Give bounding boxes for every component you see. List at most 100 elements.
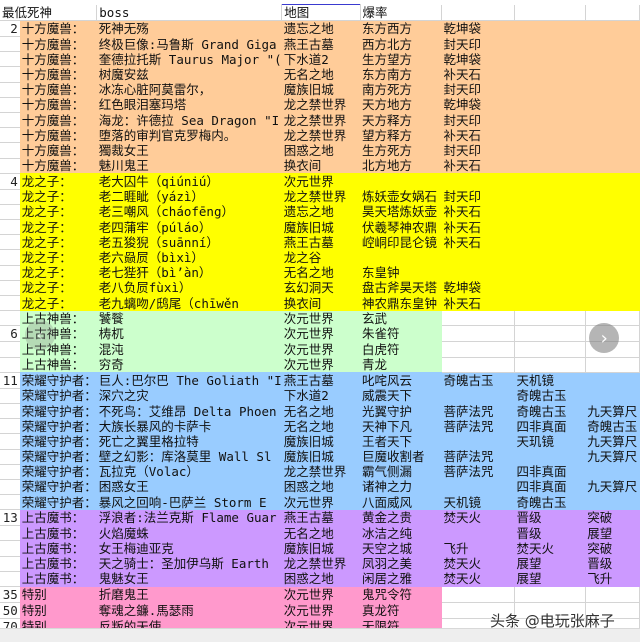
- cell-category[interactable]: 龙之子：: [19, 173, 97, 190]
- cell-drop4[interactable]: [585, 464, 640, 480]
- cell-drop1[interactable]: 威震天下: [360, 388, 442, 404]
- cell-drop4[interactable]: [585, 357, 640, 373]
- cell-drop4[interactable]: [585, 295, 640, 311]
- cell-level[interactable]: [0, 357, 20, 373]
- cell-drop2[interactable]: 乾坤袋: [441, 280, 515, 296]
- cell-boss[interactable]: 梼杌: [96, 325, 282, 342]
- cell-drop1[interactable]: 叱咤风云: [360, 372, 442, 389]
- cell-drop2[interactable]: 乾坤袋: [441, 97, 515, 113]
- cell-category[interactable]: 十方魔兽：: [19, 112, 97, 128]
- cell-category[interactable]: 龙之子：: [19, 249, 97, 266]
- cell-category[interactable]: 十方魔兽：: [19, 158, 97, 174]
- scroll-left-button[interactable]: ‹: [25, 320, 55, 350]
- cell-drop2[interactable]: [441, 265, 515, 281]
- cell-drop4[interactable]: [585, 234, 640, 250]
- cell-level[interactable]: [0, 556, 20, 572]
- cell-boss[interactable]: 鬼魅女王: [96, 571, 282, 587]
- cell-drop4[interactable]: [585, 310, 640, 327]
- cell-drop3[interactable]: [514, 310, 586, 327]
- cell-drop1[interactable]: 南方死方: [360, 82, 442, 98]
- cell-drop1[interactable]: 北方地方: [360, 158, 442, 174]
- cell-drop2[interactable]: [441, 479, 515, 495]
- cell-drop3[interactable]: 奇魄古玉: [514, 388, 586, 404]
- cell-drop4[interactable]: [585, 586, 640, 603]
- cell-level[interactable]: [0, 51, 20, 68]
- cell-drop1[interactable]: 天空之城: [360, 540, 442, 557]
- cell-map[interactable]: 龙之禁世界: [281, 464, 361, 480]
- cell-map[interactable]: 遗忘之地: [281, 20, 361, 37]
- cell-drop2[interactable]: 菩萨法咒: [441, 464, 515, 480]
- header-boss[interactable]: boss: [96, 4, 283, 21]
- cell-boss[interactable]: 老六赑屃（bìxì）: [96, 249, 282, 266]
- cell-map[interactable]: 魔族旧城: [281, 82, 361, 98]
- cell-level[interactable]: [0, 479, 20, 496]
- cell-drop2[interactable]: 封天印: [441, 189, 515, 205]
- cell-boss[interactable]: 深穴之灾: [96, 388, 282, 404]
- cell-drop3[interactable]: [514, 449, 586, 465]
- cell-level[interactable]: [0, 494, 20, 511]
- cell-level[interactable]: [0, 234, 20, 251]
- cell-drop1[interactable]: 东方西方: [360, 20, 442, 37]
- cell-map[interactable]: 换衣间: [281, 295, 361, 311]
- cell-drop2[interactable]: 补天石: [441, 234, 515, 250]
- cell-drop4[interactable]: 飞升: [585, 571, 640, 587]
- cell-drop3[interactable]: 天机镜: [514, 372, 586, 389]
- cell-drop1[interactable]: 神农鼎东皇钟: [360, 295, 442, 311]
- cell-drop3[interactable]: [514, 127, 586, 143]
- cell-boss[interactable]: 火焰魔蛛: [96, 525, 282, 541]
- cell-drop1[interactable]: [360, 249, 442, 266]
- cell-drop2[interactable]: [441, 341, 515, 358]
- cell-map[interactable]: 燕王古墓: [281, 234, 361, 250]
- cell-drop4[interactable]: [585, 158, 640, 174]
- cell-map[interactable]: 换衣间: [281, 158, 361, 174]
- cell-drop4[interactable]: [585, 51, 640, 67]
- cell-drop2[interactable]: 封天印: [441, 142, 515, 158]
- cell-boss[interactable]: 老七狴犴（bì’àn）: [96, 265, 282, 281]
- cell-drop2[interactable]: 乾坤袋: [441, 51, 515, 67]
- cell-map[interactable]: 次元世界: [281, 357, 361, 373]
- cell-drop4[interactable]: [585, 142, 640, 158]
- cell-drop4[interactable]: [585, 189, 640, 205]
- cell-drop2[interactable]: [441, 357, 515, 373]
- cell-category[interactable]: 荣耀守护者：: [19, 418, 97, 434]
- cell-level[interactable]: [0, 433, 20, 450]
- cell-drop3[interactable]: [514, 36, 586, 52]
- cell-drop2[interactable]: 菩萨法咒: [441, 449, 515, 465]
- cell-drop3[interactable]: [514, 341, 586, 358]
- cell-drop4[interactable]: 突破: [585, 540, 640, 557]
- cell-drop1[interactable]: 诸神之力: [360, 479, 442, 495]
- cell-boss[interactable]: 奪魂之鐮.馬瑟雨: [96, 602, 282, 619]
- cell-drop1[interactable]: 东皇钟: [360, 265, 442, 281]
- cell-map[interactable]: 次元世界: [281, 586, 361, 603]
- cell-map[interactable]: 次元世界: [281, 325, 361, 342]
- header-map[interactable]: 地图: [281, 4, 361, 21]
- cell-category[interactable]: 上古魔书：: [19, 525, 97, 541]
- cell-drop3[interactable]: [514, 234, 586, 250]
- cell-map[interactable]: 无名之地: [281, 66, 361, 83]
- cell-drop3[interactable]: [514, 173, 586, 190]
- cell-boss[interactable]: 老九螭吻/鸱尾（chīwěn: [96, 295, 282, 311]
- cell-drop1[interactable]: 霸气侧漏: [360, 464, 442, 480]
- cell-category[interactable]: 上古神兽：: [19, 357, 97, 373]
- cell-drop3[interactable]: [514, 158, 586, 174]
- cell-drop1[interactable]: 黄金之贵: [360, 509, 442, 526]
- cell-boss[interactable]: 老大囚牛（qiúniú）: [96, 173, 282, 190]
- cell-drop3[interactable]: [514, 142, 586, 158]
- cell-level[interactable]: 50: [0, 602, 20, 619]
- cell-map[interactable]: 困惑之地: [281, 571, 361, 587]
- cell-drop1[interactable]: 白虎符: [360, 341, 442, 358]
- cell-category[interactable]: 荣耀守护者：: [19, 479, 97, 495]
- cell-level[interactable]: 6: [0, 325, 20, 343]
- cell-category[interactable]: 龙之子：: [19, 280, 97, 296]
- cell-map[interactable]: 魔族旧城: [281, 433, 361, 449]
- cell-drop2[interactable]: 封天印: [441, 82, 515, 98]
- cell-boss[interactable]: 壁之幻影：库洛莫里 Wall Sl: [96, 449, 282, 465]
- cell-drop4[interactable]: [585, 388, 640, 404]
- cell-drop1[interactable]: 王者天下: [360, 433, 442, 449]
- cell-drop4[interactable]: 九天算尺: [585, 449, 640, 465]
- cell-boss[interactable]: 老八负屃fùxì）: [96, 280, 282, 296]
- cell-boss[interactable]: 老二睚眦（yázì）: [96, 189, 282, 205]
- cell-level[interactable]: [0, 112, 20, 129]
- cell-level[interactable]: [0, 189, 20, 205]
- cell-drop1[interactable]: 光翼守护: [360, 403, 442, 419]
